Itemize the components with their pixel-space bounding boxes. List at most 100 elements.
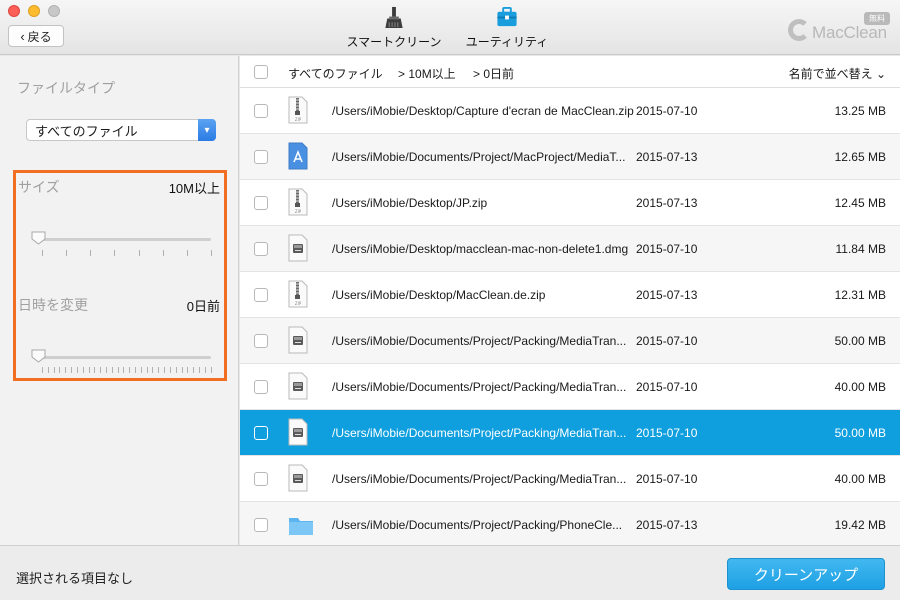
file-date: 2015-07-13 [636, 288, 698, 302]
file-list: ZIP/Users/iMobie/Desktop/Capture d'ecran… [240, 88, 900, 548]
file-size: 19.42 MB [834, 518, 886, 532]
row-checkbox[interactable] [254, 426, 268, 440]
file-date: 2015-07-13 [636, 518, 698, 532]
size-slider-thumb[interactable] [31, 231, 46, 245]
dmg-file-icon [288, 372, 308, 400]
file-path: /Users/iMobie/Documents/Project/Packing/… [332, 380, 627, 394]
file-size: 12.31 MB [834, 288, 886, 302]
file-size: 50.00 MB [834, 426, 886, 440]
file-date: 2015-07-10 [636, 242, 698, 256]
file-size: 13.25 MB [834, 104, 886, 118]
cleanup-button[interactable]: クリーンアップ [727, 558, 885, 590]
file-row[interactable]: /Users/iMobie/Desktop/macclean-mac-non-d… [240, 226, 900, 272]
file-path: /Users/iMobie/Documents/Project/Packing/… [332, 472, 627, 486]
breadcrumb-all-files[interactable]: すべてのファイル [288, 65, 383, 82]
svg-text:ZIP: ZIP [295, 209, 302, 214]
size-label: サイズ [18, 179, 60, 195]
file-size: 50.00 MB [834, 334, 886, 348]
file-row[interactable]: /Users/iMobie/Documents/Project/Packing/… [240, 364, 900, 410]
file-size: 40.00 MB [834, 472, 886, 486]
file-path: /Users/iMobie/Desktop/macclean-mac-non-d… [332, 242, 629, 256]
toolbox-icon [497, 6, 517, 27]
file-row[interactable]: /Users/iMobie/Documents/Project/Packing/… [240, 456, 900, 502]
file-path: /Users/iMobie/Documents/Project/Packing/… [332, 334, 627, 348]
size-value: 10M以上 [168, 181, 220, 196]
folder-icon [288, 510, 313, 538]
row-checkbox[interactable] [254, 334, 268, 348]
footer-bar: 選択される項目なし クリーンアップ [0, 545, 900, 600]
size-slider[interactable] [34, 238, 211, 241]
row-checkbox[interactable] [254, 472, 268, 486]
close-window-button[interactable] [8, 5, 20, 17]
app-file-icon [288, 142, 308, 170]
file-path: /Users/iMobie/Documents/Project/Packing/… [332, 518, 623, 532]
file-date: 2015-07-10 [636, 380, 698, 394]
sort-dropdown[interactable]: 名前で並べ替え ⌄ [789, 65, 886, 82]
filetype-select[interactable]: すべてのファイル ▾ [26, 119, 216, 141]
tab-utility[interactable]: ユーティリティ [462, 6, 552, 50]
file-path: /Users/iMobie/Desktop/Capture d'ecran de… [332, 104, 634, 118]
selection-status: 選択される項目なし [16, 571, 134, 586]
dmg-file-icon [288, 326, 308, 354]
dmg-file-icon [288, 234, 308, 262]
tab-smart-clean[interactable]: スマートクリーン [346, 6, 442, 50]
row-checkbox[interactable] [254, 380, 268, 394]
file-path: /Users/iMobie/Documents/Project/Packing/… [332, 426, 627, 440]
svg-text:ZIP: ZIP [295, 301, 302, 306]
file-row[interactable]: /Users/iMobie/Documents/Project/Packing/… [240, 410, 900, 456]
filter-sidebar: ファイルタイプ すべてのファイル ▾ サイズ 10M以上 日時を変更 0日前 [0, 56, 239, 545]
file-row[interactable]: ZIP/Users/iMobie/Desktop/Capture d'ecran… [240, 88, 900, 134]
breadcrumb-date-filter[interactable]: > 0日前 [473, 65, 514, 82]
breadcrumb-size-filter[interactable]: > 10M以上 [398, 65, 456, 82]
row-checkbox[interactable] [254, 196, 268, 210]
file-size: 12.65 MB [834, 150, 886, 164]
svg-text:ZIP: ZIP [295, 117, 302, 122]
chevron-down-icon: ⌄ [875, 67, 886, 81]
row-checkbox[interactable] [254, 518, 268, 532]
chevron-down-icon: ▾ [198, 119, 216, 141]
zip-file-icon: ZIP [288, 188, 308, 216]
list-header: すべてのファイル > 10M以上 > 0日前 名前で並べ替え ⌄ [240, 56, 900, 88]
chevron-left-icon: ‹ [20, 28, 25, 44]
file-path: /Users/iMobie/Documents/Project/MacProje… [332, 150, 626, 164]
size-slider-ticks [42, 250, 212, 256]
dmg-file-icon [288, 418, 308, 446]
zip-file-icon: ZIP [288, 280, 308, 308]
file-row[interactable]: ZIP/Users/iMobie/Desktop/JP.zip 2015-07-1… [240, 180, 900, 226]
row-checkbox[interactable] [254, 150, 268, 164]
filetype-selected-value: すべてのファイル [35, 123, 138, 139]
sort-label: 名前で並べ替え [788, 67, 873, 81]
date-slider-thumb[interactable] [31, 349, 46, 363]
file-row[interactable]: ZIP/Users/iMobie/Desktop/MacClean.de.zip… [240, 272, 900, 318]
row-checkbox[interactable] [254, 288, 268, 302]
file-date: 2015-07-13 [636, 196, 698, 210]
zip-file-icon: ZIP [288, 96, 308, 124]
file-date: 2015-07-10 [636, 472, 698, 486]
file-size: 12.45 MB [834, 196, 886, 210]
row-checkbox[interactable] [254, 242, 268, 256]
back-button[interactable]: ‹ 戻る [8, 25, 64, 47]
file-size: 11.84 MB [835, 242, 886, 256]
back-label: 戻る [27, 29, 52, 44]
file-date: 2015-07-10 [636, 334, 698, 348]
file-list-panel: すべてのファイル > 10M以上 > 0日前 名前で並べ替え ⌄ ZIP/Use… [240, 56, 900, 548]
file-path: /Users/iMobie/Desktop/JP.zip [332, 196, 488, 210]
file-path: /Users/iMobie/Desktop/MacClean.de.zip [332, 288, 546, 302]
zoom-window-button[interactable] [48, 5, 60, 17]
file-date: 2015-07-10 [636, 426, 698, 440]
minimize-window-button[interactable] [28, 5, 40, 17]
file-size: 40.00 MB [834, 380, 886, 394]
file-row[interactable]: /Users/iMobie/Documents/Project/MacProje… [240, 134, 900, 180]
macclean-logo: 無料 MacClean [788, 12, 892, 48]
dmg-file-icon [288, 464, 308, 492]
filter-highlight-box: サイズ 10M以上 日時を変更 0日前 [13, 170, 227, 381]
date-value: 0日前 [186, 299, 220, 314]
row-checkbox[interactable] [254, 104, 268, 118]
toolbar: ‹ 戻る スマートクリーン ユーティリティ 無料 MacClean [0, 0, 900, 55]
file-row[interactable]: /Users/iMobie/Documents/Project/Packing/… [240, 318, 900, 364]
logo-text: MacClean [812, 23, 887, 42]
date-slider[interactable] [34, 356, 211, 359]
select-all-checkbox[interactable] [254, 65, 268, 79]
file-date: 2015-07-10 [636, 104, 698, 118]
file-row[interactable]: /Users/iMobie/Documents/Project/Packing/… [240, 502, 900, 548]
